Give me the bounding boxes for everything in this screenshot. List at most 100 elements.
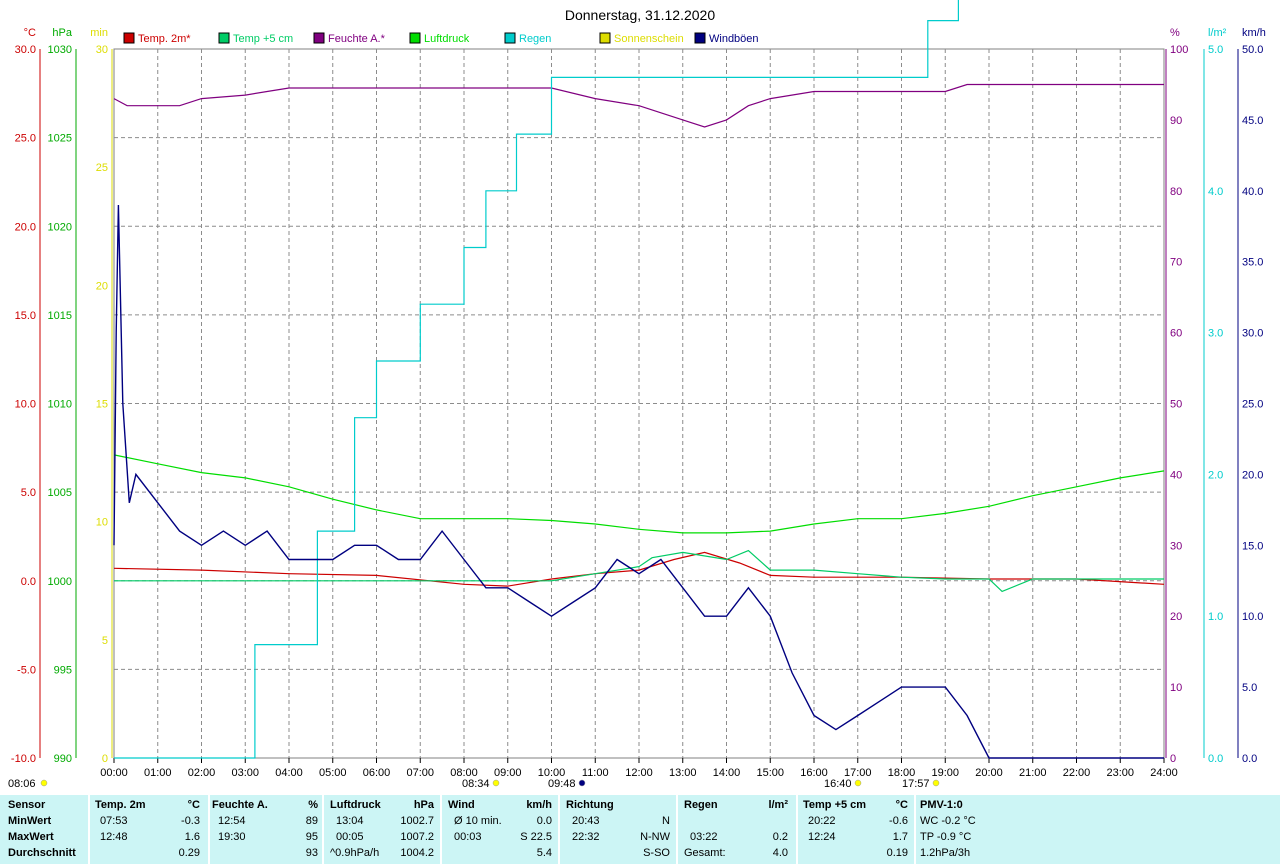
dir-min-value: N [662, 815, 670, 827]
sun-mark-icon [932, 779, 940, 787]
tick-label-rain: 1.0 [1208, 611, 1223, 623]
tick-label-humidity: 10 [1170, 682, 1182, 694]
rain-unit: l/m² [768, 799, 788, 811]
weather-chart: 30.025.020.015.010.05.00.0-5.0-10.0°C103… [8, 0, 1266, 790]
tick-label-pressure: 990 [54, 753, 72, 765]
label-avg: Durchschnitt [8, 847, 76, 859]
tick-label-sun: 10 [96, 517, 108, 529]
dir-min-time: 20:43 [572, 815, 600, 827]
t5-min-value: -0.6 [889, 815, 908, 827]
sun-mark-icon [854, 779, 862, 787]
rain-header: Regen [684, 799, 718, 811]
tick-label-wind: 15.0 [1242, 540, 1263, 552]
tick-label-pressure: 1000 [48, 576, 72, 588]
tick-label-rain: 4.0 [1208, 186, 1223, 198]
press-min-time: 13:04 [336, 815, 364, 827]
x-axis: 00:00 01:00 02:00 03:00 04:00 05:00 06:00 07:00… [100, 758, 1178, 779]
wind-min-value: 0.0 [536, 815, 552, 827]
tick-label-pressure: 1025 [48, 133, 72, 145]
t5-avg-value: 0.19 [886, 847, 908, 859]
t5-max-time: 12:24 [808, 831, 836, 843]
label-sensor: Sensor [8, 799, 46, 811]
press-min-value: 1002.7 [400, 815, 434, 827]
legend-swatch [313, 32, 325, 44]
tick-label-pressure: 1015 [48, 310, 72, 322]
t5-unit: °C [895, 799, 908, 811]
mark-label: 08:06 [8, 778, 36, 790]
t5-min-time: 20:22 [808, 815, 836, 827]
tick-label-humidity: 90 [1170, 115, 1182, 127]
tick-label-temp: 20.0 [15, 221, 36, 233]
tick-label-wind: 10.0 [1242, 611, 1263, 623]
tick-label-rain: 5.0 [1208, 44, 1223, 56]
press-max-value: 1007.2 [400, 831, 434, 843]
axis-unit-temp: °C [24, 27, 36, 39]
tick-label-sun: 30 [96, 44, 108, 56]
pmv-tp: TP -0.9 °C [920, 831, 972, 843]
hum-avg-value: 93 [305, 847, 318, 859]
legend-swatch [694, 32, 706, 44]
tick-label-temp: 30.0 [15, 44, 36, 56]
pmv-header: PMV-1:0 [920, 799, 963, 811]
tick-label-wind: 40.0 [1242, 186, 1263, 198]
tick-label-humidity: 70 [1170, 257, 1182, 269]
tick-label-rain: 0.0 [1208, 753, 1223, 765]
tick-label-temp: -5.0 [17, 664, 36, 676]
t5-max-value: 1.7 [892, 831, 908, 843]
wind-max-time: 00:03 [454, 831, 482, 843]
axis-unit-sun: min [90, 27, 108, 39]
tick-label-temp: 25.0 [15, 133, 36, 145]
tick-label-temp: 10.0 [15, 399, 36, 411]
label-max: MaxWert [8, 831, 54, 843]
rain-total-label: Gesamt: [684, 847, 726, 859]
dir-avg-value: S-SO [643, 847, 670, 859]
x-tick-label: 19:00 [931, 767, 959, 779]
tick-label-wind: 35.0 [1242, 257, 1263, 269]
legend-label: Luftdruck [424, 33, 470, 45]
wind-header: Wind [448, 799, 475, 811]
x-tick-label: 04:00 [275, 767, 303, 779]
temp-header: Temp. 2m [95, 799, 146, 811]
dir-max-value: N-NW [640, 831, 670, 843]
press-max-time: 00:05 [336, 831, 364, 843]
tick-label-wind: 25.0 [1242, 399, 1263, 411]
x-tick-label: 11:00 [582, 767, 609, 779]
hum-min-value: 89 [305, 815, 318, 827]
tick-label-sun: 15 [96, 399, 108, 411]
legend-label: Feuchte A.* [328, 33, 386, 45]
tick-label-wind: 20.0 [1242, 469, 1263, 481]
t5-header: Temp +5 cm [803, 799, 867, 811]
legend-swatch [504, 32, 516, 44]
x-tick-label: 15:00 [756, 767, 784, 779]
tick-label-temp: 15.0 [15, 310, 36, 322]
pmv-wc: WC -0.2 °C [920, 815, 976, 827]
tick-label-wind: 50.0 [1242, 44, 1263, 56]
legend-swatch [123, 32, 135, 44]
hum-min-time: 12:54 [218, 815, 246, 827]
rain-total-value: 4.0 [772, 847, 788, 859]
axis-unit-humidity: % [1170, 27, 1180, 39]
axis-unit-wind: km/h [1242, 27, 1266, 39]
x-tick-label: 02:00 [188, 767, 216, 779]
x-tick-label: 05:00 [319, 767, 347, 779]
tick-label-sun: 5 [102, 635, 108, 647]
wind-max-value: S 22.5 [520, 831, 552, 843]
sun-mark-icon [578, 779, 586, 787]
temp-min-time: 07:53 [100, 815, 128, 827]
temp-max-value: 1.6 [184, 831, 200, 843]
wind-avg-value: 5.4 [536, 847, 552, 859]
legend: Temp. 2m* Temp +5 cm Feuchte A.* Luftdruck R… [123, 32, 759, 45]
tick-label-humidity: 100 [1170, 44, 1188, 56]
tick-label-temp: 0.0 [21, 576, 36, 588]
tick-label-wind: 30.0 [1242, 328, 1263, 340]
wind-unit: km/h [526, 799, 552, 811]
temp-unit: °C [187, 799, 200, 811]
x-tick-label: 20:00 [975, 767, 1003, 779]
tick-label-temp: 5.0 [21, 487, 36, 499]
x-tick-label: 07:00 [406, 767, 434, 779]
below-axis-marks: 08:06 08:34 09:48 16:40 17:57 [8, 778, 940, 790]
axis-unit-rain: l/m² [1208, 27, 1227, 39]
tick-label-wind: 0.0 [1242, 753, 1257, 765]
mark-label: 17:57 [902, 778, 930, 790]
x-tick-label: 14:00 [713, 767, 741, 779]
